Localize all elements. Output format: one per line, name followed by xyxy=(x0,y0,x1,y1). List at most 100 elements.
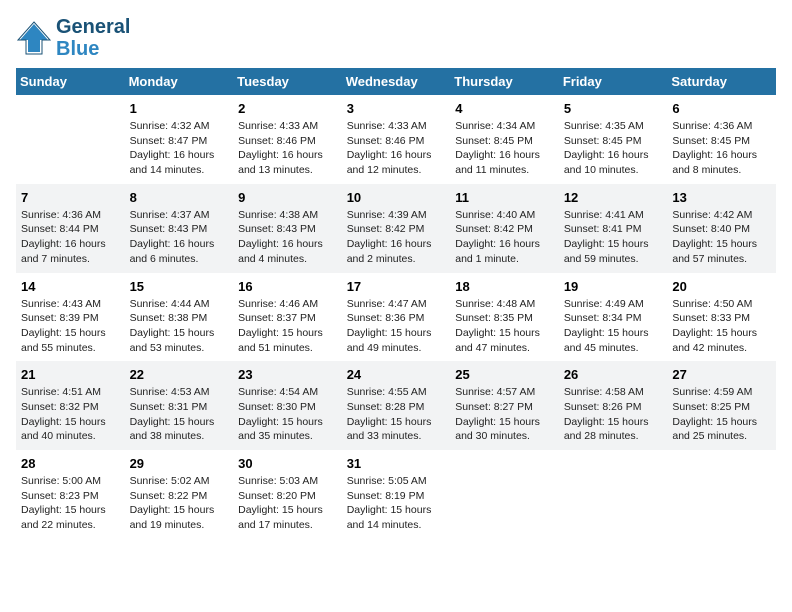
day-number: 22 xyxy=(130,367,229,382)
calendar-cell: 13 Sunrise: 4:42 AMSunset: 8:40 PMDayligh… xyxy=(667,184,776,273)
calendar-cell: 10 Sunrise: 4:39 AMSunset: 8:42 PMDayligh… xyxy=(342,184,451,273)
day-number: 28 xyxy=(21,456,120,471)
day-number: 23 xyxy=(238,367,337,382)
day-number: 16 xyxy=(238,279,337,294)
calendar-cell: 27Sunrise: 4:59 AMSunset: 8:25 PMDayligh… xyxy=(667,361,776,450)
day-info: Sunrise: 4:48 AMSunset: 8:35 PMDaylight:… xyxy=(455,297,554,356)
day-info: Sunrise: 4:42 AMSunset: 8:40 PMDaylight:… xyxy=(672,208,771,267)
weekday-header-saturday: Saturday xyxy=(667,68,776,95)
day-info: Sunrise: 4:33 AMSunset: 8:46 PMDaylight:… xyxy=(238,119,337,178)
calendar-cell: 1Sunrise: 4:32 AMSunset: 8:47 PMDaylight… xyxy=(125,95,234,184)
calendar-cell xyxy=(667,450,776,539)
calendar-week-row: 1Sunrise: 4:32 AMSunset: 8:47 PMDaylight… xyxy=(16,95,776,184)
weekday-header-row: SundayMondayTuesdayWednesdayThursdayFrid… xyxy=(16,68,776,95)
calendar-cell: 3Sunrise: 4:33 AMSunset: 8:46 PMDaylight… xyxy=(342,95,451,184)
calendar-cell: 22 Sunrise: 4:53 AMSunset: 8:31 PMDayligh… xyxy=(125,361,234,450)
day-number: 30 xyxy=(238,456,337,471)
calendar-cell: 21 Sunrise: 4:51 AMSunset: 8:32 PMDayligh… xyxy=(16,361,125,450)
calendar-cell: 23 Sunrise: 4:54 AMSunset: 8:30 PMDayligh… xyxy=(233,361,342,450)
day-number: 5 xyxy=(564,101,663,116)
day-number: 10 xyxy=(347,190,446,205)
calendar-cell xyxy=(450,450,559,539)
calendar-cell: 18 Sunrise: 4:48 AMSunset: 8:35 PMDayligh… xyxy=(450,273,559,362)
calendar-cell: 14 Sunrise: 4:43 AMSunset: 8:39 PMDayligh… xyxy=(16,273,125,362)
calendar-cell: 29 Sunrise: 5:02 AMSunset: 8:22 PMDayligh… xyxy=(125,450,234,539)
day-info: Sunrise: 4:43 AMSunset: 8:39 PMDaylight:… xyxy=(21,297,120,356)
page-header: General Blue xyxy=(16,16,776,60)
calendar-cell: 5 Sunrise: 4:35 AMSunset: 8:45 PMDaylight… xyxy=(559,95,668,184)
day-info: Sunrise: 4:55 AMSunset: 8:28 PMDaylight:… xyxy=(347,385,446,444)
weekday-header-tuesday: Tuesday xyxy=(233,68,342,95)
day-info: Sunrise: 4:46 AMSunset: 8:37 PMDaylight:… xyxy=(238,297,337,356)
calendar-cell: 25Sunrise: 4:57 AMSunset: 8:27 PMDayligh… xyxy=(450,361,559,450)
calendar-cell: 20Sunrise: 4:50 AMSunset: 8:33 PMDayligh… xyxy=(667,273,776,362)
weekday-header-monday: Monday xyxy=(125,68,234,95)
day-info: Sunrise: 4:47 AMSunset: 8:36 PMDaylight:… xyxy=(347,297,446,356)
day-number: 25 xyxy=(455,367,554,382)
calendar-cell xyxy=(16,95,125,184)
calendar-cell: 7 Sunrise: 4:36 AMSunset: 8:44 PMDaylight… xyxy=(16,184,125,273)
calendar-week-row: 21 Sunrise: 4:51 AMSunset: 8:32 PMDayligh… xyxy=(16,361,776,450)
day-number: 7 xyxy=(21,190,120,205)
calendar-week-row: 7 Sunrise: 4:36 AMSunset: 8:44 PMDaylight… xyxy=(16,184,776,273)
day-number: 9 xyxy=(238,190,337,205)
day-info: Sunrise: 4:40 AMSunset: 8:42 PMDaylight:… xyxy=(455,208,554,267)
day-number: 18 xyxy=(455,279,554,294)
logo-icon xyxy=(16,20,52,56)
day-info: Sunrise: 4:58 AMSunset: 8:26 PMDaylight:… xyxy=(564,385,663,444)
day-number: 11 xyxy=(455,190,554,205)
calendar-table: SundayMondayTuesdayWednesdayThursdayFrid… xyxy=(16,68,776,539)
day-number: 15 xyxy=(130,279,229,294)
calendar-cell: 17Sunrise: 4:47 AMSunset: 8:36 PMDayligh… xyxy=(342,273,451,362)
day-number: 26 xyxy=(564,367,663,382)
calendar-week-row: 28 Sunrise: 5:00 AMSunset: 8:23 PMDayligh… xyxy=(16,450,776,539)
calendar-cell: 8Sunrise: 4:37 AMSunset: 8:43 PMDaylight… xyxy=(125,184,234,273)
day-info: Sunrise: 4:51 AMSunset: 8:32 PMDaylight:… xyxy=(21,385,120,444)
calendar-cell xyxy=(559,450,668,539)
logo-text: General Blue xyxy=(56,16,130,60)
day-info: Sunrise: 4:37 AMSunset: 8:43 PMDaylight:… xyxy=(130,208,229,267)
day-info: Sunrise: 4:54 AMSunset: 8:30 PMDaylight:… xyxy=(238,385,337,444)
day-info: Sunrise: 4:36 AMSunset: 8:44 PMDaylight:… xyxy=(21,208,120,267)
day-info: Sunrise: 4:39 AMSunset: 8:42 PMDaylight:… xyxy=(347,208,446,267)
day-info: Sunrise: 4:38 AMSunset: 8:43 PMDaylight:… xyxy=(238,208,337,267)
weekday-header-thursday: Thursday xyxy=(450,68,559,95)
calendar-cell: 6 Sunrise: 4:36 AMSunset: 8:45 PMDaylight… xyxy=(667,95,776,184)
day-number: 29 xyxy=(130,456,229,471)
day-info: Sunrise: 4:44 AMSunset: 8:38 PMDaylight:… xyxy=(130,297,229,356)
day-number: 12 xyxy=(564,190,663,205)
day-info: Sunrise: 4:49 AMSunset: 8:34 PMDaylight:… xyxy=(564,297,663,356)
day-number: 20 xyxy=(672,279,771,294)
day-number: 19 xyxy=(564,279,663,294)
day-info: Sunrise: 5:03 AMSunset: 8:20 PMDaylight:… xyxy=(238,474,337,533)
weekday-header-friday: Friday xyxy=(559,68,668,95)
calendar-cell: 2 Sunrise: 4:33 AMSunset: 8:46 PMDaylight… xyxy=(233,95,342,184)
day-info: Sunrise: 5:02 AMSunset: 8:22 PMDaylight:… xyxy=(130,474,229,533)
day-number: 6 xyxy=(672,101,771,116)
day-info: Sunrise: 5:05 AMSunset: 8:19 PMDaylight:… xyxy=(347,474,446,533)
day-info: Sunrise: 4:34 AMSunset: 8:45 PMDaylight:… xyxy=(455,119,554,178)
day-number: 24 xyxy=(347,367,446,382)
day-info: Sunrise: 4:53 AMSunset: 8:31 PMDaylight:… xyxy=(130,385,229,444)
calendar-cell: 9 Sunrise: 4:38 AMSunset: 8:43 PMDaylight… xyxy=(233,184,342,273)
day-info: Sunrise: 4:35 AMSunset: 8:45 PMDaylight:… xyxy=(564,119,663,178)
calendar-cell: 16 Sunrise: 4:46 AMSunset: 8:37 PMDayligh… xyxy=(233,273,342,362)
weekday-header-wednesday: Wednesday xyxy=(342,68,451,95)
day-number: 2 xyxy=(238,101,337,116)
day-info: Sunrise: 4:36 AMSunset: 8:45 PMDaylight:… xyxy=(672,119,771,178)
logo: General Blue xyxy=(16,16,130,60)
weekday-header-sunday: Sunday xyxy=(16,68,125,95)
day-number: 31 xyxy=(347,456,446,471)
day-number: 27 xyxy=(672,367,771,382)
calendar-week-row: 14 Sunrise: 4:43 AMSunset: 8:39 PMDayligh… xyxy=(16,273,776,362)
day-info: Sunrise: 5:00 AMSunset: 8:23 PMDaylight:… xyxy=(21,474,120,533)
calendar-cell: 19 Sunrise: 4:49 AMSunset: 8:34 PMDayligh… xyxy=(559,273,668,362)
day-info: Sunrise: 4:32 AMSunset: 8:47 PMDaylight:… xyxy=(130,119,229,178)
calendar-cell: 28 Sunrise: 5:00 AMSunset: 8:23 PMDayligh… xyxy=(16,450,125,539)
calendar-cell: 15 Sunrise: 4:44 AMSunset: 8:38 PMDayligh… xyxy=(125,273,234,362)
day-number: 13 xyxy=(672,190,771,205)
day-info: Sunrise: 4:41 AMSunset: 8:41 PMDaylight:… xyxy=(564,208,663,267)
day-number: 21 xyxy=(21,367,120,382)
calendar-cell: 26 Sunrise: 4:58 AMSunset: 8:26 PMDayligh… xyxy=(559,361,668,450)
day-number: 14 xyxy=(21,279,120,294)
